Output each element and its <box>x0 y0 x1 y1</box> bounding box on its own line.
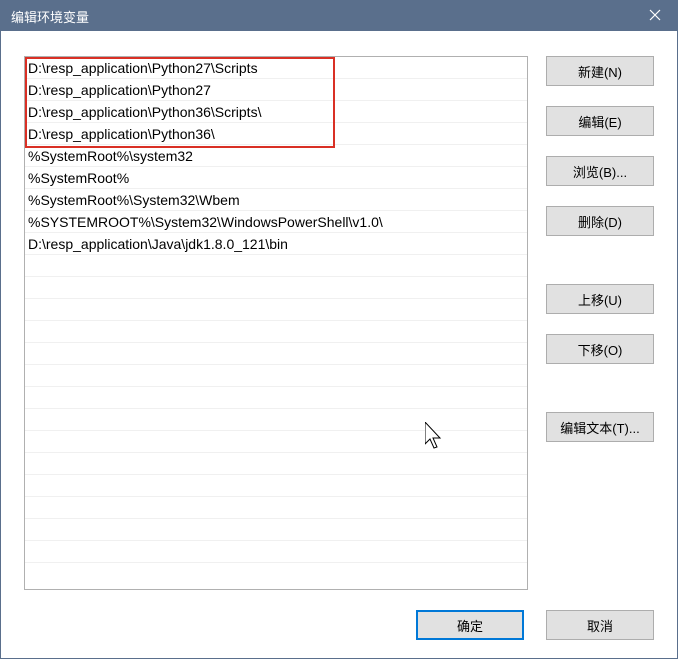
moveup-button[interactable]: 上移(U) <box>546 284 654 314</box>
list-item[interactable] <box>25 475 527 497</box>
list-item[interactable] <box>25 409 527 431</box>
list-item[interactable] <box>25 541 527 563</box>
delete-button[interactable]: 删除(D) <box>546 206 654 236</box>
close-icon <box>649 8 661 24</box>
dialog-window: 编辑环境变量 D:\resp_application\Python27\Scri… <box>0 0 678 659</box>
edit-button[interactable]: 编辑(E) <box>546 106 654 136</box>
list-item[interactable] <box>25 519 527 541</box>
list-item[interactable]: D:\resp_application\Python27 <box>25 79 527 101</box>
edittext-button[interactable]: 编辑文本(T)... <box>546 412 654 442</box>
window-title: 编辑环境变量 <box>11 7 632 26</box>
list-item[interactable]: %SYSTEMROOT%\System32\WindowsPowerShell\… <box>25 211 527 233</box>
list-item[interactable]: %SystemRoot%\System32\Wbem <box>25 189 527 211</box>
buttons-column: 新建(N) 编辑(E) 浏览(B)... 删除(D) 上移(U) 下移(O) 编… <box>546 56 654 590</box>
main-area: D:\resp_application\Python27\ScriptsD:\r… <box>24 56 654 590</box>
list-item[interactable] <box>25 255 527 277</box>
list-item[interactable] <box>25 277 527 299</box>
list-item[interactable] <box>25 453 527 475</box>
list-item[interactable]: D:\resp_application\Java\jdk1.8.0_121\bi… <box>25 233 527 255</box>
cancel-button[interactable]: 取消 <box>546 610 654 640</box>
movedown-button[interactable]: 下移(O) <box>546 334 654 364</box>
list-item[interactable] <box>25 299 527 321</box>
close-button[interactable] <box>632 1 677 31</box>
ok-button[interactable]: 确定 <box>416 610 524 640</box>
list-item[interactable]: %SystemRoot%\system32 <box>25 145 527 167</box>
list-item[interactable]: D:\resp_application\Python36\ <box>25 123 527 145</box>
list-item[interactable]: %SystemRoot% <box>25 167 527 189</box>
titlebar[interactable]: 编辑环境变量 <box>1 1 677 31</box>
browse-button[interactable]: 浏览(B)... <box>546 156 654 186</box>
list-item[interactable]: D:\resp_application\Python36\Scripts\ <box>25 101 527 123</box>
list-item[interactable] <box>25 365 527 387</box>
list-item[interactable] <box>25 387 527 409</box>
path-list[interactable]: D:\resp_application\Python27\ScriptsD:\r… <box>25 57 527 589</box>
list-item[interactable] <box>25 431 527 453</box>
list-item[interactable] <box>25 497 527 519</box>
path-list-container: D:\resp_application\Python27\ScriptsD:\r… <box>24 56 528 590</box>
new-button[interactable]: 新建(N) <box>546 56 654 86</box>
list-item[interactable]: D:\resp_application\Python27\Scripts <box>25 57 527 79</box>
list-item[interactable] <box>25 343 527 365</box>
dialog-footer: 确定 取消 <box>24 590 654 640</box>
dialog-content: D:\resp_application\Python27\ScriptsD:\r… <box>1 31 677 658</box>
list-item[interactable] <box>25 321 527 343</box>
